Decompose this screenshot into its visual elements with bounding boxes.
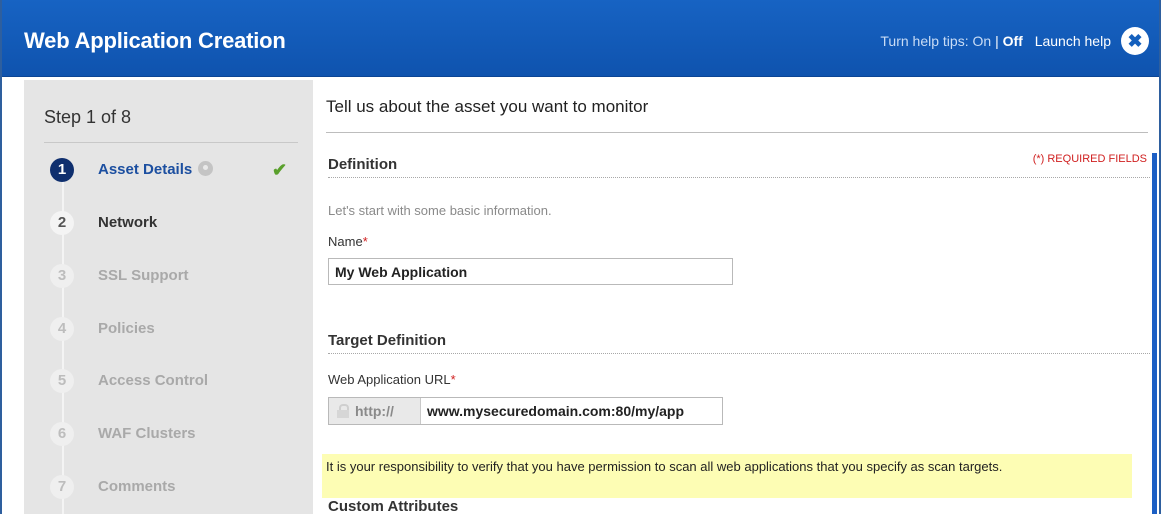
- step-number: 6: [50, 422, 74, 446]
- help-tips-on[interactable]: On: [972, 33, 991, 49]
- step-number: 1: [50, 158, 74, 182]
- sidebar-divider: [44, 142, 298, 143]
- scrollbar[interactable]: [1152, 153, 1157, 514]
- url-input[interactable]: [421, 398, 722, 424]
- url-protocol: http://: [355, 403, 394, 419]
- definition-section-title: Definition: [328, 156, 398, 173]
- launch-help-link[interactable]: Launch help: [1035, 33, 1111, 49]
- step-network[interactable]: 2 Network: [24, 203, 313, 243]
- step-number: 3: [50, 264, 74, 288]
- checkmark-icon: ✔: [272, 160, 288, 180]
- page-heading: Tell us about the asset you want to moni…: [326, 97, 649, 116]
- step-number: 2: [50, 211, 74, 235]
- step-number: 5: [50, 369, 74, 393]
- step-access-control: 5 Access Control: [24, 361, 313, 401]
- step-label: Network: [98, 214, 158, 231]
- required-fields-note: (*) REQUIRED FIELDS: [1032, 153, 1147, 165]
- step-number: 7: [50, 475, 74, 499]
- heading-divider: [326, 132, 1148, 133]
- custom-attributes-title: Custom Attributes: [328, 498, 459, 514]
- step-ssl-support: 3 SSL Support: [24, 256, 313, 296]
- url-label: Web Application URL*: [328, 372, 456, 387]
- url-field[interactable]: http://: [328, 397, 723, 425]
- lock-icon: [337, 404, 349, 418]
- info-icon[interactable]: [198, 161, 214, 176]
- close-icon: ✖: [1127, 31, 1143, 51]
- required-star: *: [362, 234, 368, 249]
- help-tips: Turn help tips: On | Off Launch help: [880, 33, 1111, 49]
- help-tips-off[interactable]: Off: [1003, 33, 1023, 49]
- url-protocol-prefix: http://: [329, 398, 421, 424]
- step-comments: 7 Comments: [24, 467, 313, 507]
- permission-warning: It is your responsibility to verify that…: [322, 454, 1132, 498]
- step-waf-clusters: 6 WAF Clusters: [24, 414, 313, 454]
- intro-text: Let's start with some basic information.: [328, 203, 552, 218]
- main-panel: Tell us about the asset you want to moni…: [322, 80, 1157, 514]
- required-star: *: [450, 372, 456, 387]
- wizard-header: Web Application Creation Turn help tips:…: [2, 0, 1159, 77]
- wizard-window: Web Application Creation Turn help tips:…: [0, 0, 1161, 514]
- step-label: Access Control: [98, 372, 209, 389]
- step-label: Asset Details: [98, 161, 214, 178]
- help-tips-label: Turn help tips:: [880, 33, 969, 49]
- section-divider: [328, 177, 1150, 178]
- step-counter: Step 1 of 8: [44, 107, 132, 127]
- wizard-title: Web Application Creation: [24, 28, 286, 53]
- steps-sidebar: Step 1 of 8 1 Asset Details ✔ 2 Network …: [24, 80, 313, 514]
- step-label: Comments: [98, 478, 176, 495]
- step-asset-details[interactable]: 1 Asset Details ✔: [24, 150, 313, 190]
- help-tips-separator: |: [995, 33, 999, 49]
- step-label: SSL Support: [98, 267, 189, 284]
- step-number: 4: [50, 317, 74, 341]
- target-definition-title: Target Definition: [328, 332, 447, 349]
- close-button[interactable]: ✖: [1121, 27, 1149, 55]
- step-policies: 4 Policies: [24, 309, 313, 349]
- step-label: Policies: [98, 320, 155, 337]
- step-label: WAF Clusters: [98, 425, 196, 442]
- section-divider: [328, 353, 1150, 354]
- name-input[interactable]: [328, 258, 733, 285]
- name-label: Name*: [328, 234, 368, 249]
